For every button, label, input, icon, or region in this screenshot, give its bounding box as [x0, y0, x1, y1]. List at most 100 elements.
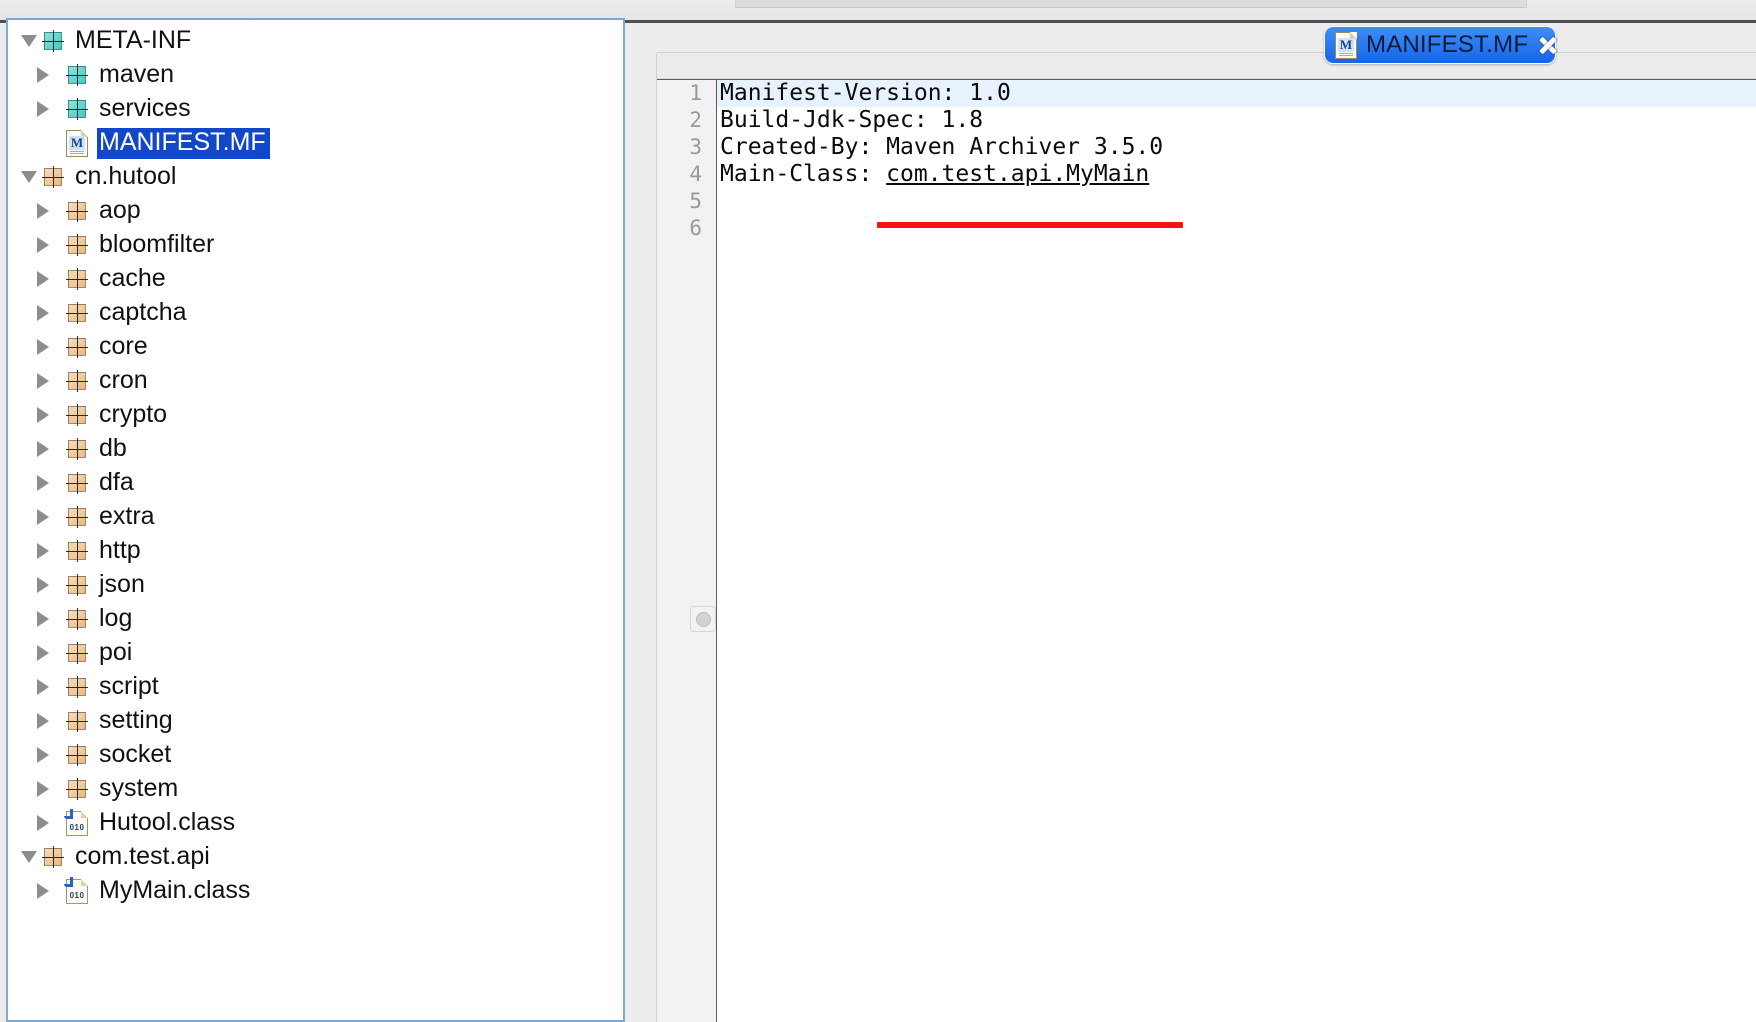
package-icon-tan [66, 404, 88, 426]
tree-item-manifest-mf[interactable]: M MANIFEST.MF [8, 126, 623, 160]
chevron-down-icon[interactable] [16, 160, 42, 194]
tree-item-socket[interactable]: socket [8, 738, 623, 772]
tree-item-label: Hutool.class [99, 807, 236, 836]
tree-item-cron[interactable]: cron [8, 364, 623, 398]
package-icon-teal [66, 64, 88, 86]
chevron-right-icon[interactable] [30, 670, 56, 704]
chevron-right-glyph [37, 679, 49, 695]
tree-item-label: MyMain.class [99, 875, 251, 904]
line-number: 6 [689, 216, 702, 240]
package-icon-crosshair-v [76, 506, 78, 528]
chevron-right-icon[interactable] [30, 534, 56, 568]
package-icon-tan [66, 608, 88, 630]
tree-item-script[interactable]: script [8, 670, 623, 704]
tree-item-mymain-class[interactable]: 010 MyMain.class [8, 874, 623, 908]
chevron-right-icon[interactable] [30, 704, 56, 738]
chevron-down-glyph [21, 171, 37, 183]
chevron-right-icon[interactable] [30, 92, 56, 126]
chevron-right-glyph [37, 305, 49, 321]
tree-item-extra[interactable]: extra [8, 500, 623, 534]
tree-item-maven[interactable]: maven [8, 58, 623, 92]
code-line[interactable] [717, 215, 1756, 242]
tree-item-label: log [99, 603, 133, 632]
line-number: 3 [689, 135, 702, 159]
tree-item-cache[interactable]: cache [8, 262, 623, 296]
chevron-right-icon[interactable] [30, 874, 56, 908]
chevron-right-icon[interactable] [30, 228, 56, 262]
tree-item-services[interactable]: services [8, 92, 623, 126]
chevron-right-icon[interactable] [30, 398, 56, 432]
package-icon-crosshair-v [76, 200, 78, 222]
java-class-icon: 010 [64, 808, 88, 836]
editor-top-strip [657, 53, 1756, 79]
code-text-area[interactable]: Manifest-Version: 1.0 Build-Jdk-Spec: 1.8… [716, 79, 1756, 1022]
code-link-main-class[interactable]: com.test.api.MyMain [886, 161, 1149, 187]
package-icon-crosshair-v [76, 472, 78, 494]
chevron-right-glyph [37, 611, 49, 627]
line-number: 4 [689, 162, 702, 186]
tree-item-label: cache [99, 263, 166, 292]
project-tree-panel[interactable]: META-INF maven services M MANIFEST.MF cn.huto… [6, 18, 625, 1022]
package-icon-tan [66, 302, 88, 324]
tree-item-hutool-class[interactable]: 010 Hutool.class [8, 806, 623, 840]
tree-item-cn-hutool[interactable]: cn.hutool [8, 160, 623, 194]
line-number: 2 [689, 108, 702, 132]
tree-item-label: services [99, 93, 191, 122]
tree-item-com-test-api[interactable]: com.test.api [8, 840, 623, 874]
tree-item-poi[interactable]: poi [8, 636, 623, 670]
tree-item-setting[interactable]: setting [8, 704, 623, 738]
tree-item-system[interactable]: system [8, 772, 623, 806]
tree-item-label: aop [99, 195, 141, 224]
tree-item-dfa[interactable]: dfa [8, 466, 623, 500]
chevron-right-icon[interactable] [30, 806, 56, 840]
package-icon-tan [66, 676, 88, 698]
manifest-file-icon-letter: M [69, 135, 85, 150]
chevron-right-icon[interactable] [30, 500, 56, 534]
tree-item-core[interactable]: core [8, 330, 623, 364]
chevron-right-icon[interactable] [30, 738, 56, 772]
package-icon-crosshair-v [76, 438, 78, 460]
tree-item-label: captcha [99, 297, 187, 326]
package-icon-tan [66, 778, 88, 800]
chevron-down-icon[interactable] [16, 840, 42, 874]
chevron-right-icon[interactable] [30, 432, 56, 466]
package-icon-tan [42, 846, 64, 868]
splitter-handle[interactable] [690, 606, 716, 632]
code-line[interactable]: Created-By: Maven Archiver 3.5.0 [717, 134, 1756, 161]
chevron-right-icon[interactable] [30, 636, 56, 670]
chevron-right-icon[interactable] [30, 364, 56, 398]
chevron-right-icon[interactable] [30, 262, 56, 296]
tree-item-log[interactable]: log [8, 602, 623, 636]
close-icon[interactable] [1537, 34, 1559, 56]
chevron-right-icon[interactable] [30, 58, 56, 92]
tree-item-captcha[interactable]: captcha [8, 296, 623, 330]
editor-tab-manifest[interactable]: M MANIFEST.MF [1324, 26, 1556, 64]
tree-item-http[interactable]: http [8, 534, 623, 568]
code-line[interactable]: Manifest-Version: 1.0 [717, 80, 1756, 107]
code-line[interactable]: Main-Class: com.test.api.MyMain [717, 161, 1756, 188]
chevron-right-icon[interactable] [30, 466, 56, 500]
code-line-text: Created-By: Maven Archiver 3.5.0 [720, 134, 1164, 160]
manifest-file-icon-letter: M [1338, 37, 1354, 52]
code-line[interactable]: Build-Jdk-Spec: 1.8 [717, 107, 1756, 134]
toolbar-tab-stub [735, 0, 1527, 8]
tree-item-db[interactable]: db [8, 432, 623, 466]
chevron-right-icon[interactable] [30, 296, 56, 330]
chevron-down-icon[interactable] [16, 24, 42, 58]
package-icon-crosshair-v [76, 642, 78, 664]
chevron-right-icon[interactable] [30, 772, 56, 806]
code-line-text: Main-Class: [720, 161, 887, 187]
tree-item-json[interactable]: json [8, 568, 623, 602]
editor-tab-label: MANIFEST.MF [1366, 31, 1529, 58]
chevron-right-icon[interactable] [30, 194, 56, 228]
chevron-right-icon[interactable] [30, 568, 56, 602]
code-line[interactable] [717, 188, 1756, 215]
tree-item-bloomfilter[interactable]: bloomfilter [8, 228, 623, 262]
tree-item-aop[interactable]: aop [8, 194, 623, 228]
tree-item-crypto[interactable]: crypto [8, 398, 623, 432]
chevron-right-glyph [37, 339, 49, 355]
chevron-right-icon[interactable] [30, 602, 56, 636]
chevron-right-icon[interactable] [30, 330, 56, 364]
chevron-right-glyph [37, 747, 49, 763]
tree-item-meta-inf[interactable]: META-INF [8, 24, 623, 58]
